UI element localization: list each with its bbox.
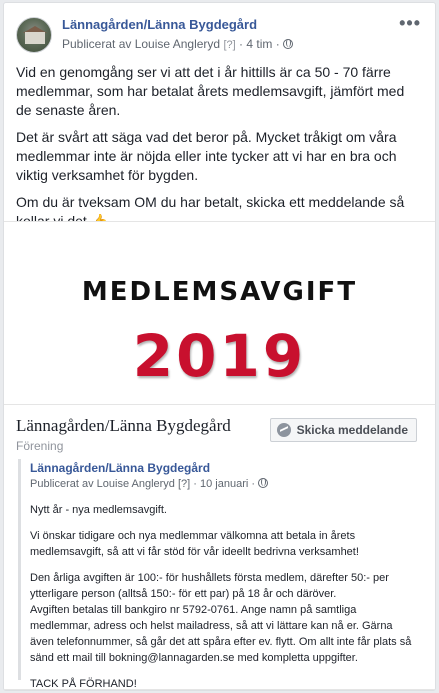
- divider: [4, 689, 435, 690]
- post-image[interactable]: MEDLEMSAVGIFT 2019: [4, 221, 435, 405]
- avatar-house: [25, 32, 45, 44]
- send-message-label: Skicka meddelande: [296, 423, 408, 437]
- globe-icon: [283, 39, 294, 49]
- image-title: MEDLEMSAVGIFT: [81, 277, 358, 307]
- quoted-paragraph: Vi önskar tidigare och nya medlemmar väl…: [30, 530, 359, 558]
- image-year: 2019: [132, 322, 307, 390]
- quoted-time[interactable]: 10 januari: [200, 478, 248, 490]
- quoted-page-name[interactable]: Lännagården/Länna Bygdegård: [30, 461, 417, 475]
- send-message-button[interactable]: Skicka meddelande: [269, 418, 417, 442]
- more-options-button[interactable]: •••: [399, 13, 421, 34]
- quoted-help-link[interactable]: [?]: [178, 478, 190, 490]
- quoted-meta: Publicerat av Louise Angleryd [?] · 10 j…: [30, 478, 417, 490]
- post-paragraph: Det är svårt att säga vad det beror på. …: [16, 129, 397, 183]
- post-paragraph: Vid en genomgång ser vi att det i år hit…: [16, 64, 405, 118]
- shared-page-category: Förening: [16, 439, 64, 453]
- post-card: Lännagården/Länna Bygdegård Publicerat a…: [3, 2, 436, 691]
- post-text: Vid en genomgång ser vi att det i år hit…: [16, 63, 421, 239]
- avatar[interactable]: [16, 17, 52, 53]
- page-name-link[interactable]: Lännagården/Länna Bygdegård: [62, 17, 257, 32]
- published-by: Publicerat av Louise Angleryd: [62, 37, 221, 51]
- post-header: Lännagården/Länna Bygdegård Publicerat a…: [16, 13, 425, 57]
- quoted-paragraph: Den årliga avgiften är 100:- för hushåll…: [30, 572, 412, 664]
- globe-icon: [258, 478, 269, 488]
- quoted-published-by: Publicerat av Louise Angleryd: [30, 478, 175, 490]
- quoted-paragraph: Nytt år - nya medlemsavgift.: [30, 504, 167, 516]
- post-meta: Publicerat av Louise Angleryd [?] · 4 ti…: [62, 37, 294, 51]
- shared-page-header: Lännagården/Länna Bygdegård Förening Ski…: [4, 406, 435, 456]
- help-link[interactable]: [?]: [223, 39, 235, 51]
- messenger-icon: [276, 423, 291, 437]
- shared-page-name[interactable]: Lännagården/Länna Bygdegård: [16, 416, 231, 436]
- post-time[interactable]: 4 tim: [246, 37, 272, 51]
- quoted-text: Nytt år - nya medlemsavgift. Vi önskar t…: [30, 502, 417, 690]
- quoted-post: Lännagården/Länna Bygdegård Publicerat a…: [18, 459, 417, 690]
